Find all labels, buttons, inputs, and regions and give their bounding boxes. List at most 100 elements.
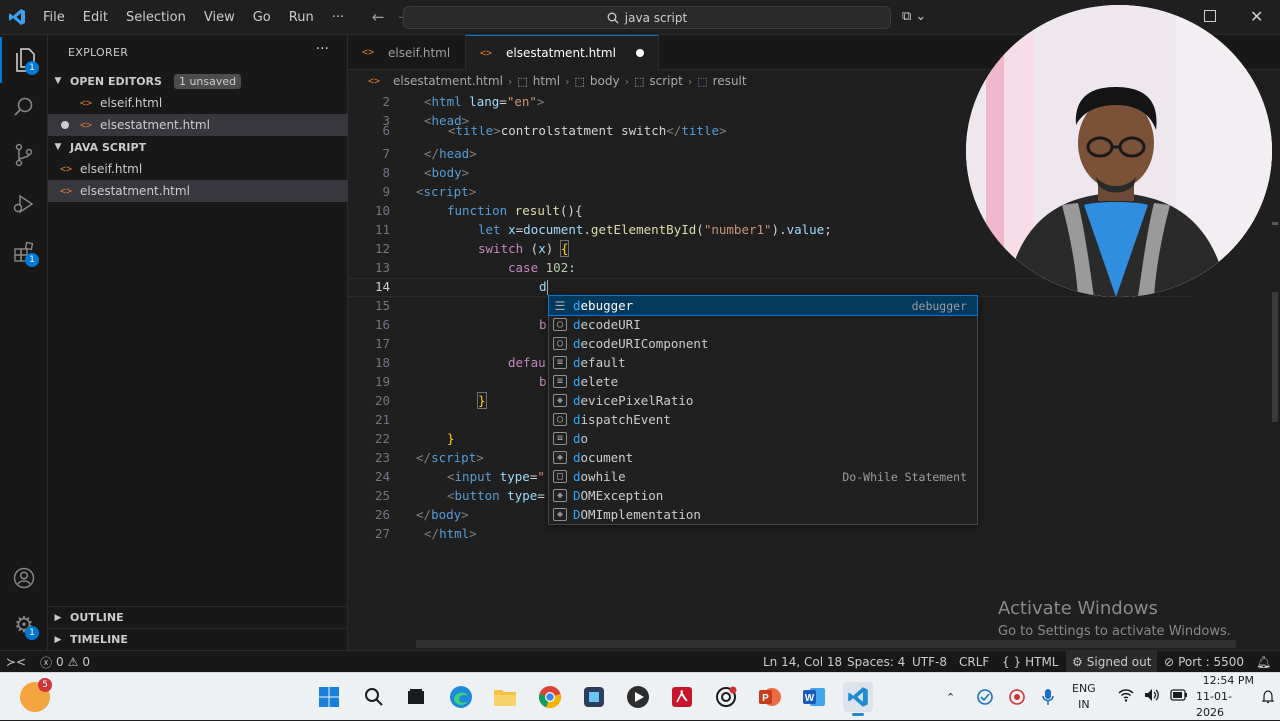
suggestion-item[interactable]: ≡ delete bbox=[549, 372, 977, 391]
menu-go[interactable]: Go bbox=[244, 0, 280, 35]
close-window-icon[interactable]: ✕ bbox=[1250, 7, 1263, 26]
suggestion-item[interactable]: ◯ decodeURIComponent bbox=[549, 334, 977, 353]
outline-section[interactable]: ▶ OUTLINE bbox=[48, 606, 348, 628]
suggestion-label: document bbox=[573, 450, 634, 465]
unsaved-dot-icon[interactable] bbox=[635, 49, 644, 57]
suggestion-item[interactable]: ≡ do bbox=[549, 429, 977, 448]
chrome-icon[interactable] bbox=[535, 682, 565, 712]
chevron-right-icon: ▶ bbox=[54, 612, 62, 623]
security-icon[interactable] bbox=[1008, 673, 1026, 721]
clock[interactable]: 12:54 PM 11-01-2026 bbox=[1196, 673, 1254, 721]
explorer-icon[interactable]: 1 bbox=[0, 37, 48, 83]
notifications-bell-icon[interactable]: 🔔︎ bbox=[1256, 651, 1271, 673]
account-icon[interactable] bbox=[0, 555, 48, 601]
suggest-widget: ☰ debugger debugger ◯ decodeURI ◯ decodeUR… bbox=[548, 295, 978, 525]
workspace-file[interactable]: <> elseif.html bbox=[48, 158, 348, 180]
live-server-port[interactable]: ⊘ Port : 5500 bbox=[1164, 651, 1244, 673]
breadcrumb-result[interactable]: result bbox=[713, 74, 747, 88]
breadcrumb-file[interactable]: elsestatment.html bbox=[393, 74, 503, 88]
menu-more[interactable]: ··· bbox=[323, 0, 353, 35]
notification-count: 5 bbox=[38, 678, 52, 692]
problems-indicator[interactable]: ⓧ 0 ⚠ 0 bbox=[40, 651, 90, 673]
variable-icon: ◈ bbox=[553, 394, 567, 407]
openai-icon[interactable] bbox=[711, 682, 741, 712]
quick-settings[interactable] bbox=[1118, 673, 1188, 721]
horizontal-scrollbar[interactable] bbox=[416, 640, 1236, 648]
word-icon[interactable]: W bbox=[799, 682, 829, 712]
suggestion-item[interactable]: ◯ decodeURI bbox=[549, 315, 977, 334]
breadcrumb-html[interactable]: html bbox=[533, 74, 560, 88]
tab-elseif[interactable]: <> elseif.html bbox=[348, 35, 466, 70]
menu-view[interactable]: View bbox=[195, 0, 244, 35]
copilot-icon[interactable]: ⧉ ⌄ bbox=[902, 9, 932, 27]
powerpoint-icon[interactable]: P bbox=[755, 682, 785, 712]
open-editors-section[interactable]: ▼ OPEN EDITORS 1 unsaved bbox=[48, 70, 348, 92]
cursor-position[interactable]: Ln 14, Col 18 bbox=[763, 651, 842, 673]
status-bar: ≻< ⓧ 0 ⚠ 0 Ln 14, Col 18 Spaces: 4 UTF-8… bbox=[0, 650, 1280, 673]
indentation[interactable]: Spaces: 4 bbox=[847, 651, 905, 673]
suggestion-label: debugger bbox=[573, 298, 634, 313]
menu-file[interactable]: File bbox=[34, 0, 74, 35]
language-label: HTML bbox=[1025, 655, 1059, 669]
command-center-search[interactable]: java script bbox=[403, 6, 891, 29]
suggestion-item[interactable]: ◈ devicePixelRatio bbox=[549, 391, 977, 410]
file-explorer-icon[interactable] bbox=[490, 682, 520, 712]
manage-gear-icon[interactable]: ⚙ 1 bbox=[0, 602, 48, 648]
notification-bell-icon[interactable] bbox=[1262, 673, 1274, 721]
suggestion-label: DOMException bbox=[573, 488, 664, 503]
back-arrow-icon[interactable]: ← bbox=[365, 8, 391, 26]
breadcrumb-body[interactable]: body bbox=[590, 74, 620, 88]
acrobat-icon[interactable] bbox=[667, 682, 697, 712]
line-number: 17 bbox=[374, 336, 390, 351]
line-number: 20 bbox=[374, 393, 390, 408]
line-number: 19 bbox=[374, 374, 390, 389]
suggestion-item[interactable]: ☰ debugger debugger bbox=[548, 295, 978, 316]
remote-indicator-icon[interactable]: ≻< bbox=[0, 651, 32, 673]
menu-selection[interactable]: Selection bbox=[117, 0, 195, 35]
windows-taskbar: 5 P W ⌃ ENG IN 12:54 PM 11-01-2026 bbox=[0, 672, 1280, 720]
encoding[interactable]: UTF-8 bbox=[912, 651, 947, 673]
timeline-section[interactable]: ▶ TIMELINE bbox=[48, 628, 348, 650]
media-player-icon[interactable] bbox=[623, 682, 653, 712]
vpn-icon[interactable] bbox=[976, 673, 994, 721]
input-language[interactable]: ENG IN bbox=[1072, 673, 1096, 721]
search-view-icon[interactable] bbox=[0, 84, 48, 130]
menu-run[interactable]: Run bbox=[280, 0, 323, 35]
game-bar-icon[interactable] bbox=[579, 682, 609, 712]
breadcrumb-script[interactable]: script bbox=[649, 74, 682, 88]
microphone-icon[interactable] bbox=[1041, 673, 1055, 721]
language-code: ENG bbox=[1072, 682, 1096, 695]
line-number: 23 bbox=[374, 450, 390, 465]
explorer-more-icon[interactable]: ··· bbox=[316, 41, 329, 57]
suggestion-item[interactable]: ◈ DOMException bbox=[549, 486, 977, 505]
suggestion-item[interactable]: ◈ DOMImplementation bbox=[549, 505, 977, 524]
open-editor-item[interactable]: <> elseif.html bbox=[48, 92, 348, 114]
open-editor-item[interactable]: <> elsestatment.html bbox=[48, 114, 348, 136]
suggestion-item[interactable]: ≡ default bbox=[549, 353, 977, 372]
run-debug-icon[interactable] bbox=[0, 181, 48, 227]
task-view-icon[interactable] bbox=[401, 682, 431, 712]
menu-edit[interactable]: Edit bbox=[74, 0, 117, 35]
vscode-taskbar-icon[interactable] bbox=[843, 682, 873, 716]
weather-widget-icon[interactable]: 5 bbox=[20, 678, 52, 712]
extensions-icon[interactable]: 1 bbox=[0, 229, 48, 275]
search-icon[interactable] bbox=[359, 682, 389, 712]
end-of-line[interactable]: CRLF bbox=[959, 651, 989, 673]
language-mode[interactable]: { } HTML bbox=[1002, 651, 1059, 673]
tab-elsestatment[interactable]: <> elsestatment.html bbox=[466, 35, 659, 70]
start-icon[interactable] bbox=[314, 682, 344, 712]
workspace-file[interactable]: <> elsestatment.html bbox=[48, 180, 348, 202]
file-label: elseif.html bbox=[80, 162, 143, 176]
workspace-section[interactable]: ▼ JAVA SCRIPT bbox=[48, 136, 348, 158]
suggestion-item[interactable]: □ dowhile Do-While Statement bbox=[549, 467, 977, 486]
edge-browser-icon[interactable] bbox=[446, 682, 476, 712]
maximize-icon[interactable] bbox=[1204, 10, 1216, 22]
variable-icon: ◈ bbox=[553, 489, 567, 502]
account-status[interactable]: ⚙ Signed out bbox=[1066, 651, 1158, 673]
source-control-icon[interactable] bbox=[0, 132, 48, 178]
line-number: 14 bbox=[374, 279, 390, 294]
tray-overflow-icon[interactable]: ⌃ bbox=[946, 673, 955, 721]
vertical-scrollbar[interactable] bbox=[1268, 92, 1280, 650]
suggestion-item[interactable]: ◯ dispatchEvent bbox=[549, 410, 977, 429]
suggestion-item[interactable]: ◈ document bbox=[549, 448, 977, 467]
